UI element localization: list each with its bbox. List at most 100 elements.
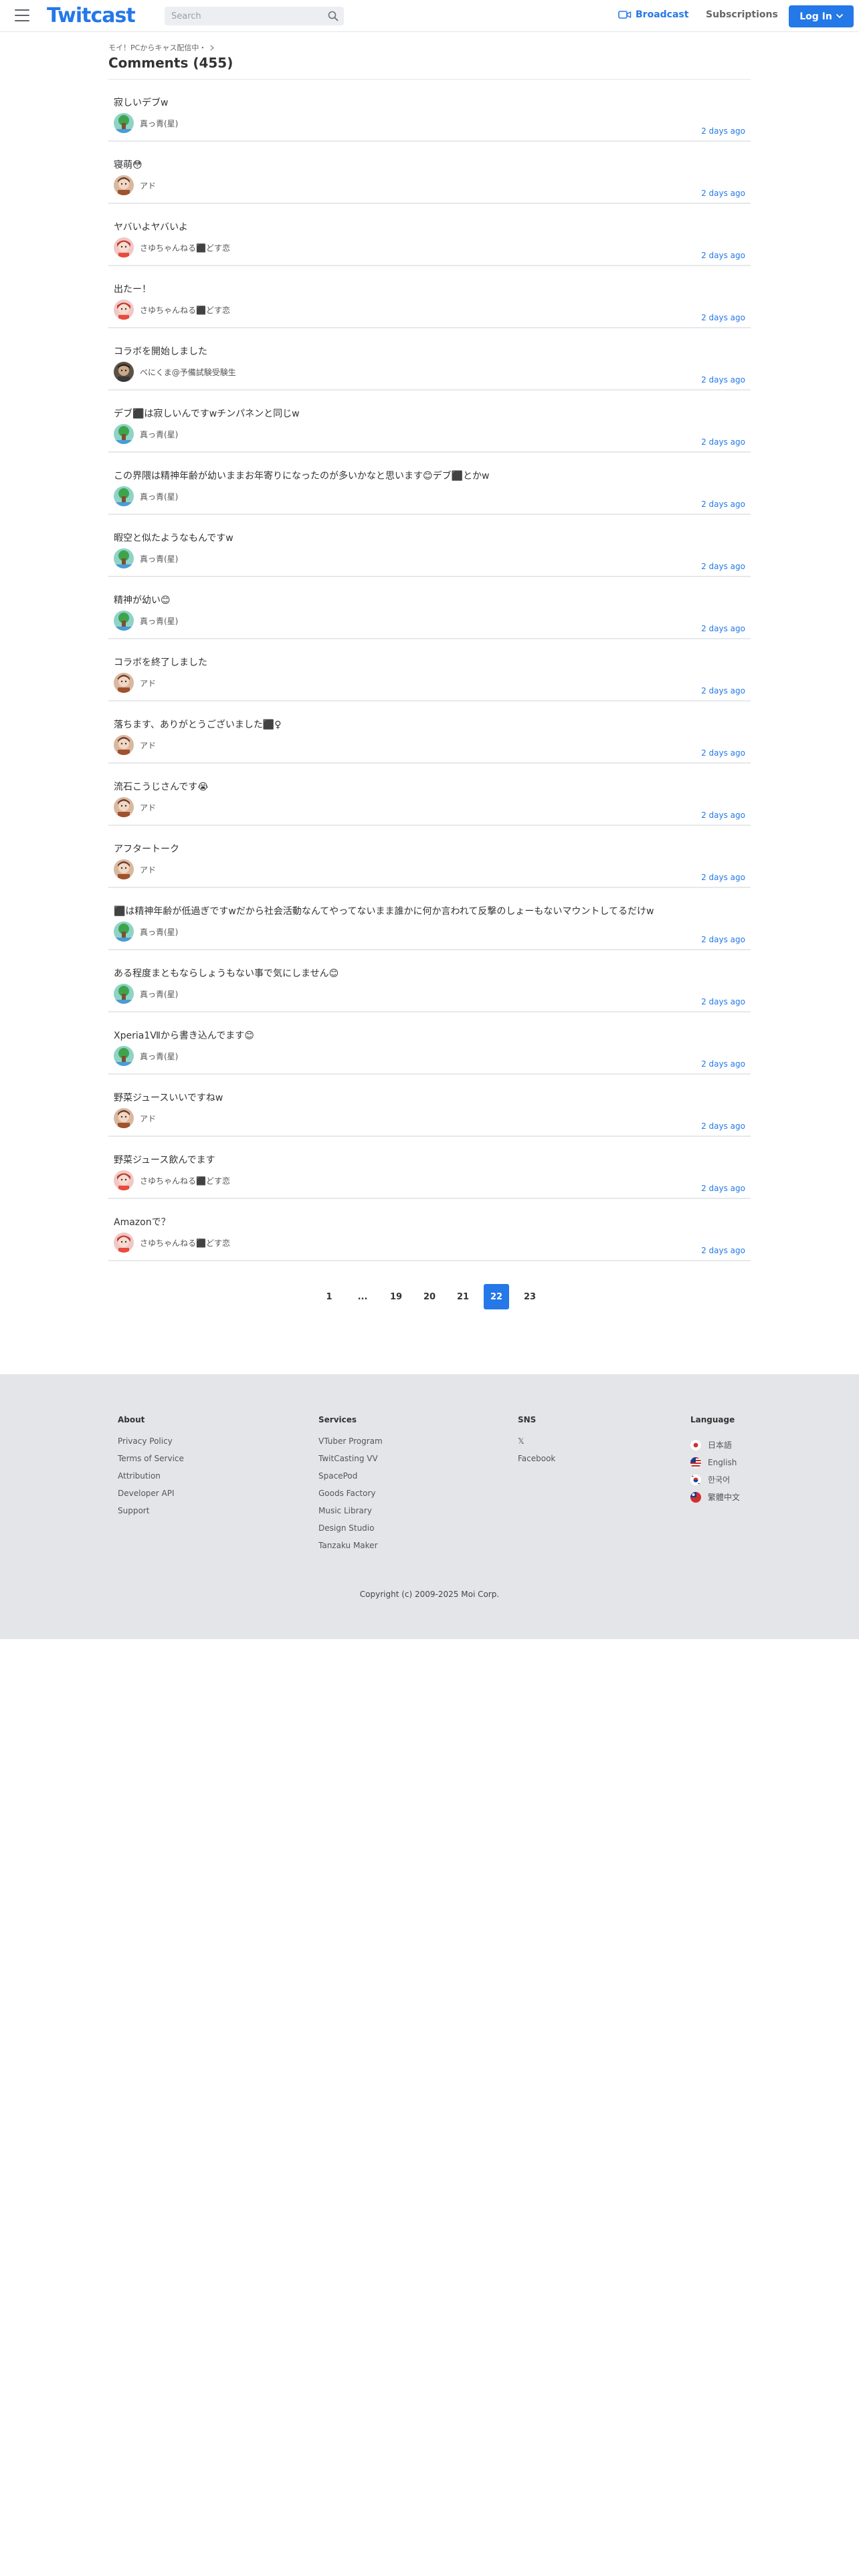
avatar[interactable] xyxy=(114,362,134,382)
comment-timestamp[interactable]: 2 days ago xyxy=(701,126,745,136)
comment-username[interactable]: 真っ青(星) xyxy=(140,429,178,440)
footer-services-link[interactable]: TwitCasting VV xyxy=(318,1454,383,1471)
comment-user-link[interactable]: さゆちゃんねる⬛どす恋 xyxy=(114,237,230,257)
comment-timestamp[interactable]: 2 days ago xyxy=(701,1246,745,1255)
language-option[interactable]: 日本語 xyxy=(690,1436,740,1454)
comment-user-link[interactable]: さゆちゃんねる⬛どす恋 xyxy=(114,1170,230,1190)
language-option[interactable]: 繁體中文 xyxy=(690,1489,740,1506)
comment-user-link[interactable]: 真っ青(星) xyxy=(114,984,178,1004)
avatar[interactable] xyxy=(114,984,134,1004)
avatar[interactable] xyxy=(114,424,134,444)
comment-username[interactable]: 真っ青(星) xyxy=(140,1051,178,1062)
footer-services-link[interactable]: Design Studio xyxy=(318,1523,383,1541)
avatar[interactable] xyxy=(114,486,134,506)
comment-timestamp[interactable]: 2 days ago xyxy=(701,997,745,1006)
comment-user-link[interactable]: さゆちゃんねる⬛どす恋 xyxy=(114,300,230,320)
comment-timestamp[interactable]: 2 days ago xyxy=(701,562,745,571)
language-option[interactable]: 한국어 xyxy=(690,1471,740,1489)
comment-timestamp[interactable]: 2 days ago xyxy=(701,686,745,695)
comment-username[interactable]: アド xyxy=(140,864,156,875)
comment-timestamp[interactable]: 2 days ago xyxy=(701,1121,745,1131)
comment-user-link[interactable]: アド xyxy=(114,797,156,817)
comment-timestamp[interactable]: 2 days ago xyxy=(701,500,745,509)
language-option[interactable]: English xyxy=(690,1454,740,1471)
comment-username[interactable]: 真っ青(星) xyxy=(140,988,178,1000)
comment-user-link[interactable]: アド xyxy=(114,735,156,755)
avatar[interactable] xyxy=(114,673,134,693)
footer-services-link[interactable]: Music Library xyxy=(318,1506,383,1523)
comment-user-link[interactable]: アド xyxy=(114,1108,156,1128)
comment-username[interactable]: 真っ青(星) xyxy=(140,491,178,502)
avatar[interactable] xyxy=(114,1046,134,1066)
comment-username[interactable]: さゆちゃんねる⬛どす恋 xyxy=(140,304,230,316)
avatar[interactable] xyxy=(114,175,134,195)
comment-username[interactable]: さゆちゃんねる⬛どす恋 xyxy=(140,242,230,253)
comment-timestamp[interactable]: 2 days ago xyxy=(701,624,745,633)
comment-timestamp[interactable]: 2 days ago xyxy=(701,1059,745,1069)
comment-username[interactable]: アド xyxy=(140,180,156,191)
avatar[interactable] xyxy=(114,1108,134,1128)
footer-about-link[interactable]: Support xyxy=(118,1506,184,1523)
footer-about-link[interactable]: Terms of Service xyxy=(118,1454,184,1471)
comment-user-link[interactable]: 真っ青(星) xyxy=(114,548,178,568)
comment-user-link[interactable]: 真っ青(星) xyxy=(114,486,178,506)
footer-services-link[interactable]: Goods Factory xyxy=(318,1489,383,1506)
pagination-page[interactable]: 20 xyxy=(417,1284,442,1309)
avatar[interactable] xyxy=(114,1232,134,1253)
comment-username[interactable]: 真っ青(星) xyxy=(140,553,178,564)
comment-user-link[interactable]: アド xyxy=(114,175,156,195)
comment-user-link[interactable]: 真っ青(星) xyxy=(114,922,178,942)
comment-user-link[interactable]: 真っ青(星) xyxy=(114,1046,178,1066)
comment-timestamp[interactable]: 2 days ago xyxy=(701,251,745,260)
avatar[interactable] xyxy=(114,300,134,320)
comment-timestamp[interactable]: 2 days ago xyxy=(701,375,745,385)
subscriptions-link[interactable]: Subscriptions xyxy=(706,9,778,20)
comment-timestamp[interactable]: 2 days ago xyxy=(701,935,745,944)
comment-user-link[interactable]: さゆちゃんねる⬛どす恋 xyxy=(114,1232,230,1253)
comment-username[interactable]: さゆちゃんねる⬛どす恋 xyxy=(140,1175,230,1186)
comment-user-link[interactable]: アド xyxy=(114,859,156,879)
search-icon[interactable] xyxy=(328,11,339,21)
pagination-page[interactable]: 22 xyxy=(484,1284,509,1309)
comment-user-link[interactable]: 真っ青(星) xyxy=(114,424,178,444)
comment-timestamp[interactable]: 2 days ago xyxy=(701,1184,745,1193)
footer-sns-link[interactable]: 𝕏 xyxy=(518,1436,555,1454)
comment-username[interactable]: 真っ青(星) xyxy=(140,118,178,129)
breadcrumb[interactable]: モイ！PCからキャス配信中・ xyxy=(108,43,751,52)
comment-username[interactable]: アド xyxy=(140,1113,156,1124)
pagination-page[interactable]: 21 xyxy=(450,1284,476,1309)
pagination-page[interactable]: 1 xyxy=(316,1284,342,1309)
search-input[interactable] xyxy=(165,7,318,25)
comment-timestamp[interactable]: 2 days ago xyxy=(701,437,745,447)
broadcast-link[interactable]: Broadcast xyxy=(618,9,688,20)
avatar[interactable] xyxy=(114,859,134,879)
pagination-page[interactable]: 23 xyxy=(517,1284,543,1309)
avatar[interactable] xyxy=(114,237,134,257)
comment-username[interactable]: さゆちゃんねる⬛どす恋 xyxy=(140,1237,230,1249)
pagination-page[interactable]: 19 xyxy=(383,1284,409,1309)
avatar[interactable] xyxy=(114,548,134,568)
comment-user-link[interactable]: 真っ青(星) xyxy=(114,611,178,631)
comment-username[interactable]: 真っ青(星) xyxy=(140,615,178,627)
footer-services-link[interactable]: Tanzaku Maker xyxy=(318,1541,383,1558)
comment-timestamp[interactable]: 2 days ago xyxy=(701,313,745,322)
avatar[interactable] xyxy=(114,1170,134,1190)
comment-username[interactable]: べにくま@予備試験受験生 xyxy=(140,366,236,378)
avatar[interactable] xyxy=(114,113,134,133)
comment-user-link[interactable]: 真っ青(星) xyxy=(114,113,178,133)
twitcast-logo[interactable]: Twitcast xyxy=(47,4,136,27)
comment-timestamp[interactable]: 2 days ago xyxy=(701,189,745,198)
footer-about-link[interactable]: Developer API xyxy=(118,1489,184,1506)
comment-username[interactable]: アド xyxy=(140,677,156,689)
menu-icon[interactable] xyxy=(15,9,29,21)
footer-services-link[interactable]: VTuber Program xyxy=(318,1436,383,1454)
login-button[interactable]: Log In xyxy=(789,5,854,27)
avatar[interactable] xyxy=(114,797,134,817)
footer-sns-link[interactable]: Facebook xyxy=(518,1454,555,1471)
avatar[interactable] xyxy=(114,611,134,631)
avatar[interactable] xyxy=(114,922,134,942)
comment-user-link[interactable]: べにくま@予備試験受験生 xyxy=(114,362,236,382)
comment-username[interactable]: 真っ青(星) xyxy=(140,926,178,938)
comment-username[interactable]: アド xyxy=(140,802,156,813)
comment-timestamp[interactable]: 2 days ago xyxy=(701,873,745,882)
